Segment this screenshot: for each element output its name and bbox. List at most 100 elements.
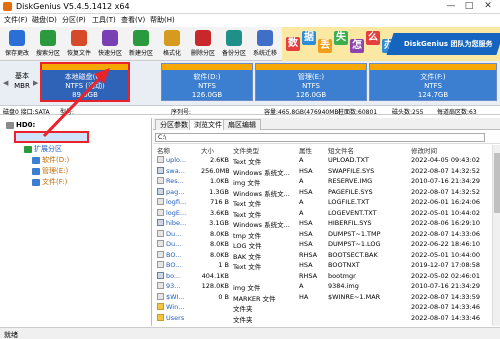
- file-attr: RHSA: [299, 250, 318, 259]
- tree-item[interactable]: 文件(F:): [32, 177, 67, 187]
- menu-view[interactable]: 查看(V): [121, 15, 145, 25]
- file-attr: A: [299, 208, 304, 217]
- tab-bar: 分区参数 浏览文件 扇区编辑: [153, 118, 500, 130]
- promo-banner[interactable]: 数 据 丢 失 怎 么 办 DiskGenius 团队为您服务: [282, 27, 500, 61]
- tree-item[interactable]: 软件(D:): [32, 155, 69, 165]
- toolbar-button[interactable]: 格式化: [157, 29, 187, 59]
- column-header[interactable]: 大小: [201, 145, 214, 155]
- file-attr: A: [299, 177, 304, 185]
- column-header[interactable]: 名称: [157, 145, 170, 155]
- file-scrollbar[interactable]: [492, 145, 500, 326]
- file-name-text: BO...: [166, 250, 182, 259]
- path-input[interactable]: C:\: [155, 133, 485, 142]
- toolbar-button[interactable]: 搜索分区: [33, 29, 63, 59]
- menu-tools[interactable]: 工具(T): [92, 15, 116, 25]
- file-row[interactable]: Users 文件夹 2022-08-07 14:33:46: [153, 313, 493, 324]
- menu-disk[interactable]: 磁盘(D): [32, 15, 57, 25]
- title-bar: DiskGenius V5.4.5.1412 x64 — □ ✕: [0, 0, 500, 14]
- partition-size: 124.7GB: [417, 91, 449, 99]
- status-bar: 就绪: [0, 327, 500, 339]
- file-icon: [157, 292, 164, 300]
- file-icon: [157, 219, 164, 226]
- toolbar-button[interactable]: 保存更改: [2, 29, 32, 59]
- file-row[interactable]: uplo... 2.6KB Text 文件 A UPLOAD.TXT 2022-04-05…: [153, 156, 493, 166]
- partition-size: 126.0GB: [191, 91, 223, 99]
- partition-block[interactable]: 文件(F:) NTFS 124.7GB: [369, 63, 497, 101]
- tree-item[interactable]: 管理(E:): [32, 166, 68, 176]
- file-modified: 2022-05-02 02:46:01: [411, 271, 481, 280]
- file-name-text: swa...: [166, 166, 185, 175]
- file-short: $WINRE~1.MAR: [328, 292, 381, 301]
- partition-name: 本地磁盘(C:): [64, 73, 106, 81]
- scrollbar-thumb[interactable]: [494, 153, 500, 213]
- app-icon: [3, 2, 12, 11]
- close-button[interactable]: ✕: [481, 1, 495, 12]
- file-type: tmp 文件: [233, 231, 262, 240]
- file-type: LOG 文件: [233, 242, 262, 250]
- file-name: swa...: [157, 166, 199, 175]
- file-icon: [157, 282, 164, 289]
- file-name: bo...: [157, 271, 199, 280]
- file-type: Text 文件: [233, 158, 262, 166]
- toolbar-icon: [40, 30, 56, 46]
- column-header[interactable]: 属性: [299, 145, 312, 155]
- tree-item[interactable]: 扩展分区: [24, 144, 62, 154]
- file-modified: 2022-08-07 14:33:46: [411, 313, 481, 322]
- toolbar-button-label: 搜索分区: [35, 50, 60, 57]
- toolbar-button[interactable]: 快速分区: [95, 29, 125, 59]
- toolbar-button[interactable]: 删除分区: [188, 29, 218, 59]
- toolbar-button-label: 快速分区: [97, 50, 122, 57]
- column-header[interactable]: 短文件名: [328, 145, 354, 155]
- toolbar-button[interactable]: 系统迁移: [250, 29, 280, 59]
- menu-help[interactable]: 帮助(H): [150, 15, 175, 25]
- file-row[interactable]: BO... 1 B Text 文件 HSA BOOTNXT 2019-12-07 17:0…: [153, 261, 493, 271]
- file-name-text: pag...: [166, 187, 185, 196]
- partition-block[interactable]: 本地磁盘(C:) NTFS (活动) 89.0GB: [40, 62, 130, 102]
- file-row[interactable]: hibe... 3.1GB Windows 系统文... HSA HIBERFIL.SY…: [153, 219, 493, 229]
- toolbar-button[interactable]: 恢复文件: [64, 29, 94, 59]
- partition-fs: NTFS: [198, 82, 216, 90]
- file-row[interactable]: Du... 8.0KB LOG 文件 HSA DUMPST~1.LOG 2022-06-2…: [153, 240, 493, 250]
- toolbar-button[interactable]: 备份分区: [219, 29, 249, 59]
- file-type: BAK 文件: [233, 252, 262, 261]
- file-row[interactable]: $WI... 0 B MARKER 文件 HA $WINRE~1.MAR 2022-08-…: [153, 292, 493, 303]
- menu-partition[interactable]: 分区(P): [62, 15, 86, 25]
- toolbar-icon: [226, 30, 242, 46]
- tab-sector-editor[interactable]: 扇区编辑: [223, 119, 261, 130]
- file-name-text: $WI...: [166, 292, 185, 301]
- file-row[interactable]: Win... 文件夹 2022-08-07 14:33:46: [153, 303, 493, 313]
- file-icon: [157, 261, 164, 268]
- file-row[interactable]: logfi... 716 B Text 文件 A LOGFILE.TXT 2022-06-…: [153, 198, 493, 208]
- file-row[interactable]: logE... 3.6KB Text 文件 A LOGEVENT.TXT 2022-05-…: [153, 208, 493, 219]
- file-short: UPLOAD.TXT: [328, 156, 369, 164]
- file-row[interactable]: Du... 8.0KB tmp 文件 HSA DUMPST~1.TMP 2022-08-0…: [153, 229, 493, 240]
- file-attr: HSA: [299, 166, 313, 175]
- partition-block[interactable]: 软件(D:) NTFS 126.0GB: [161, 63, 253, 101]
- path-bar: C:\: [153, 131, 500, 144]
- file-row[interactable]: pag... 1.3GB Windows 系统文... HSA PAGEFILE.SYS…: [153, 187, 493, 198]
- file-short: DUMPST~1.TMP: [328, 229, 381, 238]
- file-name: Users: [157, 313, 199, 322]
- folder-icon: [157, 313, 164, 321]
- tab-partition-params[interactable]: 分区参数: [155, 119, 193, 130]
- column-header[interactable]: 修改时间: [411, 145, 437, 155]
- file-row[interactable]: BO... 8.0KB BAK 文件 RHSA BOOTSECT.BAK 2022-05-…: [153, 250, 493, 261]
- partition-block[interactable]: 管理(E:) NTFS 126.0GB: [255, 63, 367, 101]
- minimize-button[interactable]: —: [444, 1, 458, 12]
- file-row[interactable]: swa... 256.0MB Windows 系统文... HSA SWAPFILE.S…: [153, 166, 493, 177]
- file-row[interactable]: 93... 128.0KB img 文件 A 9384.img 2010-07-16 21…: [153, 282, 493, 292]
- file-modified: 2022-06-22 18:46:10: [411, 240, 481, 248]
- window-title: DiskGenius V5.4.5.1412 x64: [16, 2, 130, 11]
- maximize-button[interactable]: □: [462, 1, 476, 12]
- file-name-text: uplo...: [166, 156, 187, 164]
- file-modified: 2022-08-07 14:33:46: [411, 303, 481, 311]
- file-row[interactable]: Res... 1.0KB img 文件 A RESERVE.IMG 2010-07-16 …: [153, 177, 493, 187]
- tab-browse-files[interactable]: 浏览文件: [189, 119, 227, 130]
- tree-root[interactable]: HD0:: [6, 121, 35, 131]
- file-row[interactable]: bo... 404.1KB RHSA bootmgr 2022-05-02 02:46:…: [153, 271, 493, 282]
- toolbar-button[interactable]: 新建分区: [126, 29, 156, 59]
- disk-interface: 磁盘0 接口:SATA: [3, 109, 50, 116]
- menu-file[interactable]: 文件(F): [4, 15, 28, 25]
- prev-disk-icon[interactable]: ◀: [3, 79, 8, 87]
- column-header[interactable]: 文件类型: [233, 145, 259, 155]
